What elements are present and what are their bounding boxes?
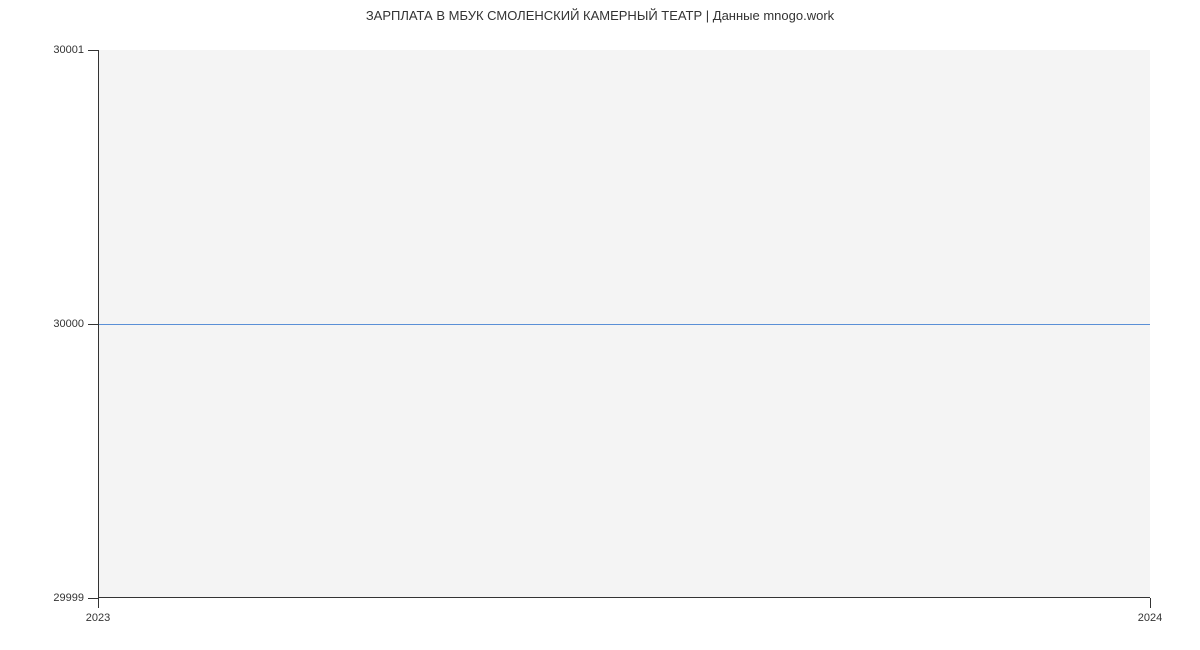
y-tick-mark xyxy=(88,598,98,599)
x-tick-mark xyxy=(98,598,99,608)
y-tick-mark xyxy=(88,50,98,51)
x-tick-label-0: 2023 xyxy=(86,612,110,624)
y-tick-label-2: 30001 xyxy=(44,44,84,56)
y-tick-label-1: 30000 xyxy=(44,318,84,330)
y-tick-mark xyxy=(88,324,98,325)
y-tick-label-0: 29999 xyxy=(44,592,84,604)
chart-plot-area xyxy=(98,50,1150,598)
chart-title: ЗАРПЛАТА В МБУК СМОЛЕНСКИЙ КАМЕРНЫЙ ТЕАТ… xyxy=(0,0,1200,31)
x-tick-label-1: 2024 xyxy=(1138,612,1162,624)
data-line-series-0 xyxy=(99,324,1150,325)
x-tick-mark xyxy=(1150,598,1151,608)
